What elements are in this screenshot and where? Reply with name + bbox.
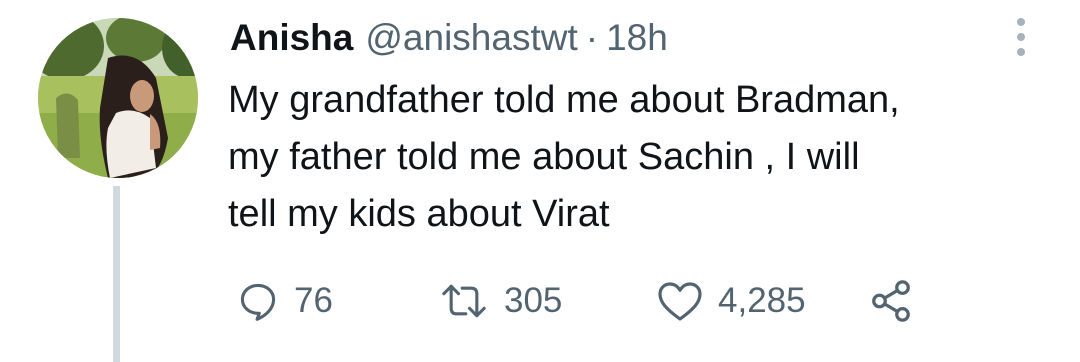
retweet-icon — [438, 279, 490, 323]
author-name[interactable]: Anisha — [230, 14, 353, 62]
more-vertical-icon[interactable] — [1008, 14, 1034, 60]
retweet-button[interactable]: 305 — [438, 276, 562, 326]
tweet-header: Anisha @anishastwt · 18h — [230, 14, 668, 62]
like-count: 4,285 — [718, 281, 806, 320]
separator-dot: · — [585, 17, 599, 58]
author-handle[interactable]: @anishastwt — [365, 14, 577, 62]
avatar[interactable] — [38, 18, 198, 178]
share-icon — [868, 278, 914, 324]
heart-icon — [656, 279, 704, 323]
tweet-timestamp[interactable]: 18h — [606, 14, 668, 62]
share-button[interactable] — [868, 276, 914, 326]
reply-icon — [236, 279, 280, 323]
retweet-count: 305 — [504, 281, 563, 320]
tweet-text: My grandfather told me about Bradman, my… — [228, 79, 900, 235]
tweet-actions: 76 305 4,285 — [236, 276, 936, 326]
reply-button[interactable]: 76 — [236, 276, 333, 326]
like-button[interactable]: 4,285 — [656, 276, 806, 326]
reply-count: 76 — [294, 281, 333, 320]
thread-line — [113, 186, 120, 362]
